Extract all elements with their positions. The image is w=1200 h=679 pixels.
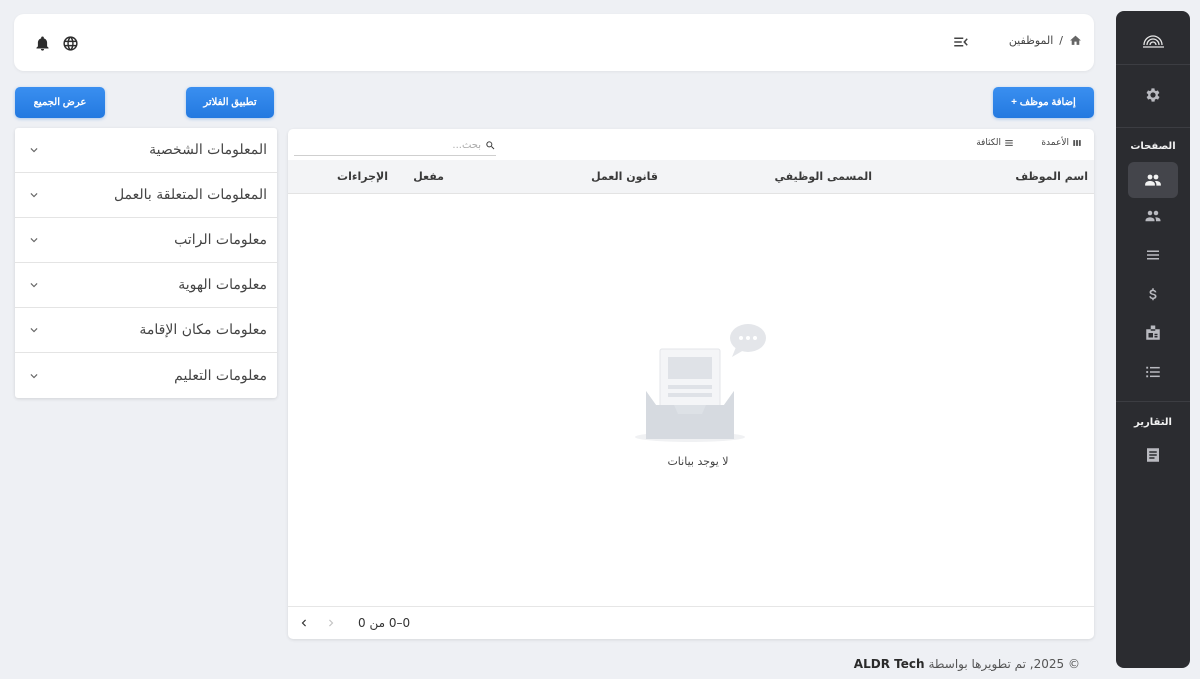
- id-badge-icon: [1146, 325, 1160, 340]
- search-icon: [486, 140, 495, 149]
- breadcrumb: / الموظفين: [1009, 34, 1082, 47]
- filter-accordion-item[interactable]: المعلومات المتعلقة بالعمل: [15, 173, 277, 218]
- sidebar-item-reports[interactable]: [1128, 437, 1178, 473]
- filter-accordion-label: معلومات التعليم: [174, 367, 267, 384]
- columns-button[interactable]: الأعمدة: [1041, 138, 1082, 148]
- language-button[interactable]: [60, 33, 80, 53]
- sidebar-item-salary[interactable]: [1128, 277, 1178, 313]
- menu-open-icon: [954, 37, 968, 47]
- app-logo[interactable]: [1116, 25, 1190, 55]
- breadcrumb-separator: /: [1059, 34, 1063, 47]
- filter-accordion-label: المعلومات الشخصية: [149, 142, 267, 158]
- footer-brand[interactable]: ALDR Tech: [854, 657, 925, 671]
- dollar-icon: [1149, 288, 1157, 301]
- chevron-right-icon: [329, 619, 334, 627]
- density-label: الكثافة: [976, 138, 1001, 148]
- filter-accordion-item[interactable]: معلومات الهوية: [15, 263, 277, 308]
- sidebar-section-reports: التقارير: [1134, 417, 1172, 428]
- empty-inbox-icon: [635, 324, 766, 442]
- sidebar-item-id[interactable]: [1128, 315, 1178, 351]
- columns-label: الأعمدة: [1041, 138, 1069, 148]
- chevron-down-icon: [30, 328, 38, 333]
- sidebar-item-tasks[interactable]: [1128, 354, 1178, 390]
- column-header-actions[interactable]: الإجراءات: [337, 170, 388, 183]
- table-header: اسم الموظف المسمى الوظيفي قانون العمل مف…: [288, 160, 1094, 194]
- sidebar-item-employees[interactable]: [1128, 162, 1178, 198]
- fingerprint-logo-icon: [1143, 35, 1164, 48]
- search-field: [294, 135, 496, 156]
- density-button[interactable]: الكثافة: [976, 138, 1014, 148]
- columns-icon: [1073, 140, 1081, 146]
- bell-icon: [35, 35, 49, 51]
- density-icon: [1005, 140, 1013, 146]
- next-page-button[interactable]: [296, 615, 312, 631]
- menu-lines-icon: [1147, 250, 1159, 260]
- chevron-down-icon: [30, 238, 38, 243]
- apply-filters-button[interactable]: تطبيق الفلاتر: [186, 87, 274, 118]
- globe-icon: [62, 35, 78, 51]
- document-icon: [1147, 448, 1159, 462]
- chevron-down-icon: [30, 193, 38, 198]
- search-input[interactable]: [311, 139, 481, 151]
- settings-button[interactable]: [1128, 77, 1178, 113]
- menu-collapse-button[interactable]: [952, 33, 972, 51]
- employees-table: الأعمدة الكثافة اسم الموظف المسمى الوظيف…: [288, 129, 1094, 639]
- show-all-button[interactable]: عرض الجميع: [15, 87, 105, 118]
- home-icon[interactable]: [1069, 34, 1082, 47]
- pagination-info: 0–0 من 0: [358, 616, 411, 630]
- filter-accordion-item[interactable]: معلومات الراتب: [15, 218, 277, 263]
- filter-accordion-label: معلومات الهوية: [178, 277, 267, 293]
- column-header-active[interactable]: مفعل: [413, 170, 444, 183]
- pagination: 0–0 من 0: [288, 606, 1094, 639]
- chevron-left-icon: [301, 619, 306, 627]
- add-employee-button[interactable]: + إضافة موظف: [993, 87, 1094, 118]
- breadcrumb-current: الموظفين: [1008, 34, 1054, 47]
- people-icon: [1145, 174, 1161, 186]
- filter-accordion-item[interactable]: معلومات التعليم: [15, 353, 277, 398]
- filters-panel: المعلومات الشخصية المعلومات المتعلقة بالع…: [15, 128, 277, 398]
- chevron-down-icon: [30, 373, 38, 378]
- filter-accordion-label: معلومات مكان الإقامة: [139, 322, 267, 338]
- column-header-labor-law[interactable]: قانون العمل: [591, 170, 658, 183]
- footer-text: © 2025, تم تطويرها بواسطة: [928, 657, 1081, 671]
- sidebar-item-list[interactable]: [1128, 237, 1178, 273]
- filter-accordion-label: المعلومات المتعلقة بالعمل: [113, 187, 267, 203]
- sidebar: الصفحات التقارير: [1116, 11, 1190, 668]
- sidebar-section-pages: الصفحات: [1130, 141, 1176, 152]
- top-header: / الموظفين: [14, 14, 1094, 71]
- chevron-down-icon: [30, 148, 38, 153]
- notifications-button[interactable]: [32, 33, 52, 53]
- filter-accordion-item[interactable]: المعلومات الشخصية: [15, 128, 277, 173]
- previous-page-button[interactable]: [323, 615, 339, 631]
- empty-state-text: لا يوجد بيانات: [667, 455, 729, 468]
- chevron-down-icon: [30, 283, 38, 288]
- table-toolbar: الأعمدة الكثافة: [288, 129, 1094, 160]
- gear-icon: [1146, 88, 1160, 102]
- column-header-job-title[interactable]: المسمى الوظيفي: [775, 170, 873, 183]
- empty-state: لا يوجد بيانات: [628, 319, 768, 468]
- filter-accordion-label: معلومات الراتب: [174, 232, 267, 248]
- filter-accordion-item[interactable]: معلومات مكان الإقامة: [15, 308, 277, 353]
- group-icon: [1145, 210, 1161, 222]
- sidebar-item-groups[interactable]: [1128, 198, 1178, 234]
- footer: © 2025, تم تطويرها بواسطة ALDR Tech: [854, 657, 1080, 671]
- list-icon: [1146, 366, 1160, 378]
- column-header-employee-name[interactable]: اسم الموظف: [1015, 170, 1088, 183]
